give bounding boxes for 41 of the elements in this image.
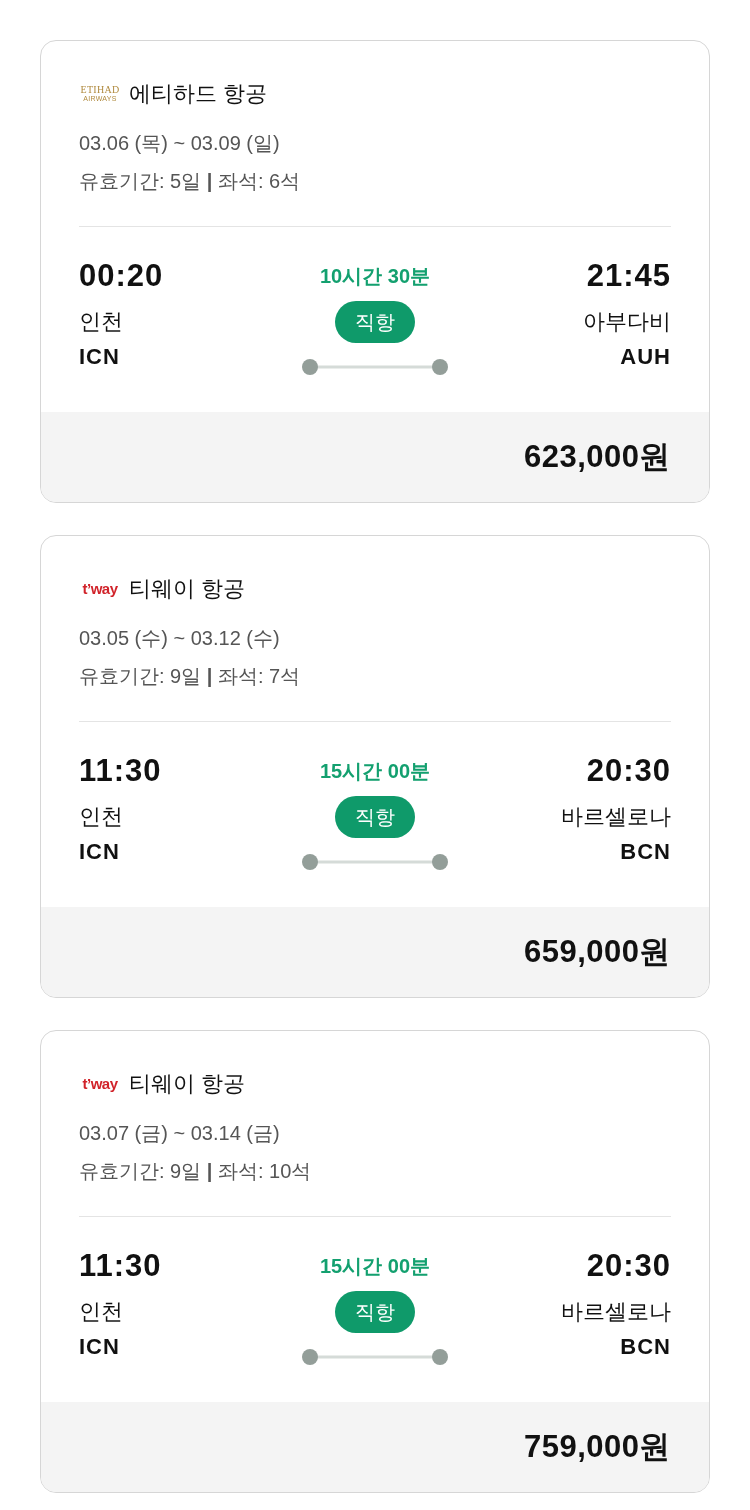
airline-logo-wordmark: t’way xyxy=(82,580,118,598)
flight-duration: 15시간 00분 xyxy=(319,759,431,784)
flight-card[interactable]: t’way 티웨이 항공 03.05 (수) ~ 03.12 (수) 유효기간: 9일 | 좌석: 7석 11:30 인천 ICN 15시간 00분 직항 20:30 바르셀로나 BCN 659,000원 xyxy=(40,535,710,998)
flight-card[interactable]: t’way 티웨이 항공 03.07 (금) ~ 03.14 (금) 유효기간: 9일 | 좌석: 10석 11:30 인천 ICN 15시간 00분 직항 20:30 바르셀로나 BCN 759,000원 xyxy=(40,1030,710,1493)
direct-flight-badge: 직항 xyxy=(335,796,415,838)
airline-logo-wordmark: t’way xyxy=(82,1075,118,1093)
arrival-city: 아부다비 xyxy=(583,308,671,336)
arrival-time: 20:30 xyxy=(586,753,671,789)
departure-time: 11:30 xyxy=(79,753,162,789)
price: 759,000원 xyxy=(523,1428,671,1466)
departure-time: 00:20 xyxy=(79,258,164,294)
airline-name: 티웨이 항공 xyxy=(129,575,246,603)
arrival-city: 바르셀로나 xyxy=(561,1298,671,1326)
validity-seats-text: 유효기간: 9일 | 좌석: 10석 xyxy=(79,1159,313,1184)
direct-flight-badge: 직항 xyxy=(335,301,415,343)
departure-city: 인천 xyxy=(79,803,123,831)
departure-airport-code: ICN xyxy=(79,1333,120,1361)
validity-seats-text: 유효기간: 9일 | 좌석: 7석 xyxy=(79,664,302,689)
arrival-time: 21:45 xyxy=(586,258,671,294)
departure-airport-code: ICN xyxy=(79,838,120,866)
airline-name: 티웨이 항공 xyxy=(129,1070,246,1098)
flight-duration: 15시간 00분 xyxy=(319,1254,431,1279)
price: 623,000원 xyxy=(523,438,671,476)
direct-flight-badge: 직항 xyxy=(335,1291,415,1333)
travel-dates: 03.05 (수) ~ 03.12 (수) xyxy=(79,626,281,651)
departure-city: 인천 xyxy=(79,308,123,336)
validity-seats-text: 유효기간: 5일 | 좌석: 6석 xyxy=(79,169,302,194)
arrival-airport-code: BCN xyxy=(620,1333,671,1361)
travel-dates: 03.06 (목) ~ 03.09 (일) xyxy=(79,131,281,156)
airline-logo-wordmark: ETIHAD xyxy=(80,85,120,95)
arrival-city: 바르셀로나 xyxy=(561,803,671,831)
flight-duration: 10시간 30분 xyxy=(319,264,431,289)
airline-name: 에티하드 항공 xyxy=(129,80,268,108)
arrival-time: 20:30 xyxy=(586,1248,671,1284)
arrival-airport-code: BCN xyxy=(620,838,671,866)
travel-dates: 03.07 (금) ~ 03.14 (금) xyxy=(79,1121,281,1146)
departure-time: 11:30 xyxy=(79,1248,162,1284)
price: 659,000원 xyxy=(523,933,671,971)
arrival-airport-code: AUH xyxy=(620,343,671,371)
departure-airport-code: ICN xyxy=(79,343,120,371)
departure-city: 인천 xyxy=(79,1298,123,1326)
